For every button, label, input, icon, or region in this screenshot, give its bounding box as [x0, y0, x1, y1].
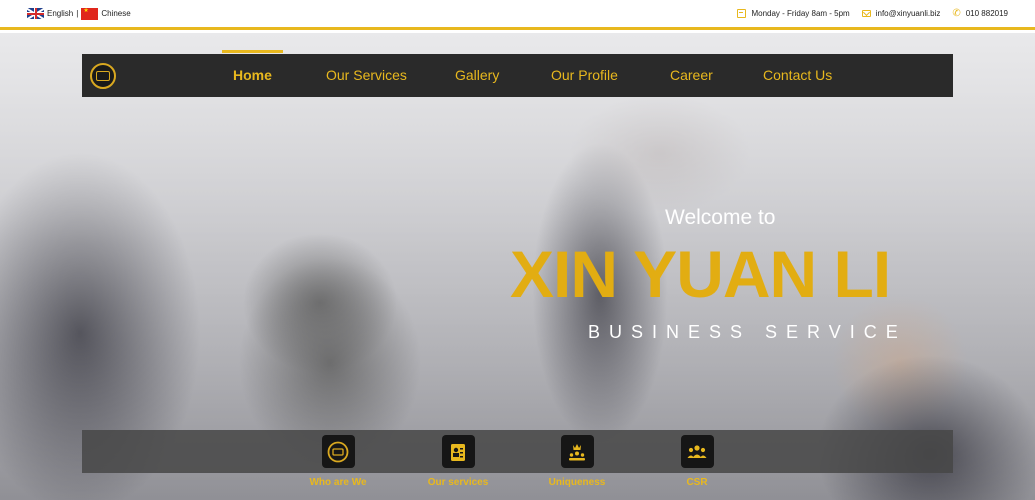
uk-flag-icon[interactable] — [27, 8, 44, 19]
logo-icon — [321, 435, 355, 468]
feature-label: Our services — [427, 477, 489, 488]
hero-subtitle: BUSINESS SERVICE — [588, 322, 907, 342]
calendar-icon — [737, 9, 747, 18]
feature-label: CSR — [686, 477, 708, 488]
china-flag-icon[interactable] — [81, 7, 99, 20]
hours-text: Monday - Friday 8am - 5pm — [751, 9, 850, 18]
lang-chinese-link[interactable]: Chinese — [101, 9, 130, 18]
feature-csr[interactable]: CSR — [657, 430, 737, 488]
feature-our-services[interactable]: Our services — [418, 430, 498, 488]
community-icon — [680, 435, 714, 468]
feature-label: Who are We — [309, 477, 367, 488]
phone-item[interactable]: ✆ 010 882019 — [952, 8, 1008, 19]
nav-contact-us[interactable]: Contact Us — [763, 54, 832, 97]
phone-link[interactable]: 010 882019 — [966, 9, 1008, 18]
email-link[interactable]: info@xinyuanli.biz — [876, 9, 941, 18]
nav-active-indicator — [222, 50, 283, 53]
feature-bar — [82, 430, 953, 473]
email-item[interactable]: info@xinyuanli.biz — [861, 9, 941, 18]
lang-english-link[interactable]: English — [47, 9, 73, 18]
contact-info: Monday - Friday 8am - 5pm info@xinyuanli… — [737, 8, 1008, 19]
nav-gallery[interactable]: Gallery — [455, 54, 499, 97]
main-nav: Home Our Services Gallery Our Profile Ca… — [82, 54, 953, 97]
feature-uniqueness[interactable]: Uniqueness — [537, 430, 617, 488]
language-switcher: English | Chinese — [27, 7, 131, 20]
phone-icon: ✆ — [952, 8, 961, 19]
lang-separator: | — [76, 9, 79, 18]
hero-welcome: Welcome to — [665, 206, 776, 229]
nav-home[interactable]: Home — [233, 54, 272, 97]
feature-label: Uniqueness — [548, 477, 606, 488]
top-bar: English | Chinese Monday - Friday 8am - … — [0, 0, 1035, 30]
nav-our-profile[interactable]: Our Profile — [551, 54, 618, 97]
document-user-icon — [441, 435, 475, 468]
logo-icon[interactable] — [90, 63, 116, 89]
hero-brand-title: XIN YUAN LI — [510, 237, 891, 311]
nav-our-services[interactable]: Our Services — [326, 54, 407, 97]
hours-item: Monday - Friday 8am - 5pm — [737, 9, 850, 18]
feature-who-are-we[interactable]: Who are We — [298, 430, 378, 488]
crown-team-icon — [560, 435, 594, 468]
mail-icon — [861, 10, 871, 17]
nav-career[interactable]: Career — [670, 54, 713, 97]
